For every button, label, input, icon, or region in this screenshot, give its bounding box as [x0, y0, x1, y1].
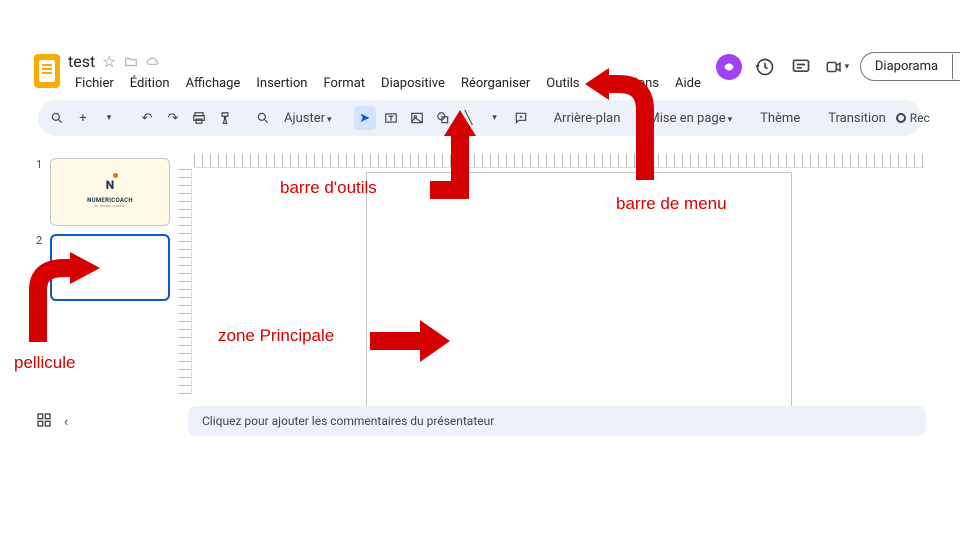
menu-edit[interactable]: Édition [123, 73, 177, 94]
meet-icon[interactable]: ▾ [824, 54, 850, 80]
layout-button[interactable]: Mise en page▾ [642, 111, 738, 126]
undo-icon[interactable]: ↶ [136, 106, 158, 130]
redo-icon[interactable]: ↷ [162, 106, 184, 130]
zoom-icon[interactable] [252, 106, 274, 130]
menu-slide[interactable]: Diapositive [374, 73, 452, 94]
line-tool-icon[interactable]: ╲ [458, 106, 480, 130]
menu-format[interactable]: Format [316, 73, 372, 94]
move-folder-icon[interactable] [123, 54, 139, 70]
rec-button[interactable]: Rec [896, 111, 936, 125]
menu-insert[interactable]: Insertion [249, 73, 314, 94]
collapse-filmstrip-icon[interactable]: ‹ [64, 414, 68, 430]
menu-arrange[interactable]: Réorganiser [454, 73, 537, 94]
menu-help[interactable]: Aide [668, 73, 708, 94]
ruler-horizontal[interactable] [194, 154, 924, 168]
star-icon[interactable]: ☆ [101, 54, 117, 70]
extension-badge-icon[interactable] [716, 54, 742, 80]
new-slide-icon[interactable]: + [72, 106, 94, 130]
document-name[interactable]: test [68, 52, 95, 71]
logo-subtext: BY THIERRY VANOFFE [87, 204, 133, 208]
menu-file[interactable]: Fichier [68, 73, 121, 94]
ruler-vertical[interactable] [178, 168, 192, 394]
slide-canvas[interactable] [366, 172, 792, 412]
comments-icon[interactable] [788, 54, 814, 80]
menu-extensions[interactable]: Extensions [589, 73, 666, 94]
slideshow-dropdown[interactable]: ▾ [952, 54, 960, 79]
editor-area [178, 154, 932, 402]
filmstrip[interactable]: 1 NUMERICOACH BY THIERRY VANOFFE 2 [28, 154, 178, 402]
zoom-fit-label[interactable]: Ajuster▾ [278, 111, 338, 126]
transition-button[interactable]: Transition [822, 111, 892, 126]
rec-dot-icon [896, 113, 906, 123]
menu-view[interactable]: Affichage [179, 73, 248, 94]
speaker-notes-placeholder: Cliquez pour ajouter les commentaires du… [202, 414, 494, 428]
shape-tool-icon[interactable] [432, 106, 454, 130]
slideshow-button[interactable]: Diaporama ▾ [860, 52, 960, 81]
theme-button[interactable]: Thème [754, 111, 806, 126]
cloud-status-icon[interactable] [145, 54, 161, 70]
comment-tool-icon[interactable] [510, 106, 532, 130]
title-bar: test ☆ Fichier Édition Affichage Inserti… [28, 46, 932, 94]
history-icon[interactable] [752, 54, 778, 80]
slides-app: test ☆ Fichier Édition Affichage Inserti… [28, 46, 932, 450]
workspace: 1 NUMERICOACH BY THIERRY VANOFFE 2 [28, 154, 932, 402]
paint-format-icon[interactable] [214, 106, 236, 130]
numericoach-logo-icon [100, 175, 120, 195]
new-slide-dropdown-icon[interactable]: ▾ [98, 106, 120, 130]
slide-thumb-2[interactable] [50, 234, 170, 302]
logo-text: NUMERICOACH [87, 197, 133, 204]
image-tool-icon[interactable] [406, 106, 428, 130]
menu-bar: Fichier Édition Affichage Insertion Form… [68, 73, 708, 94]
line-dropdown-icon[interactable]: ▾ [484, 106, 506, 130]
menu-tools[interactable]: Outils [539, 73, 586, 94]
slide-number-2: 2 [36, 234, 46, 302]
speaker-notes[interactable]: Cliquez pour ajouter les commentaires du… [188, 406, 926, 436]
select-tool-icon[interactable]: ➤ [354, 106, 376, 130]
slide-thumb-1[interactable]: NUMERICOACH BY THIERRY VANOFFE [50, 158, 170, 226]
background-button[interactable]: Arrière-plan [548, 111, 627, 126]
grid-view-icon[interactable] [36, 412, 52, 432]
textbox-tool-icon[interactable] [380, 106, 402, 130]
print-icon[interactable] [188, 106, 210, 130]
toolbar: + ▾ ↶ ↷ Ajuster▾ ➤ ╲ ▾ Arrière-plan Mise… [38, 100, 922, 136]
search-menu-icon[interactable] [46, 106, 68, 130]
slide-number-1: 1 [36, 158, 46, 226]
slides-logo-icon[interactable] [34, 54, 60, 88]
